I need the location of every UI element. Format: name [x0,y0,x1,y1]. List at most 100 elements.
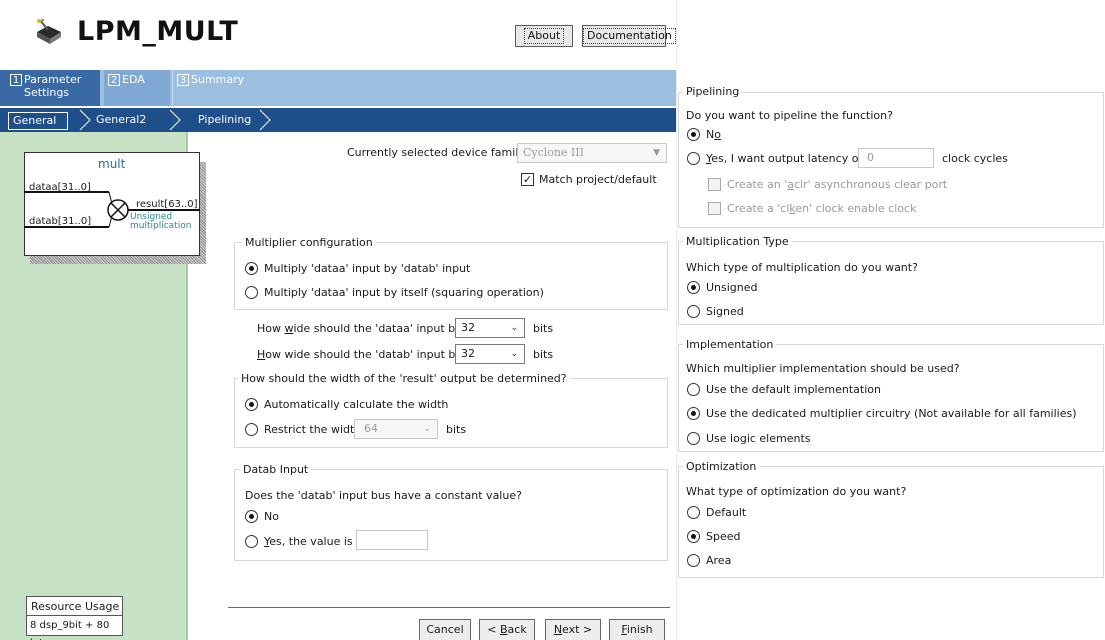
chevron-right-icon [79,109,91,131]
symbol-input-a: dataa[31..0] [29,182,91,193]
restrict-width-value: 64 [364,422,378,435]
datab-width-select[interactable]: 32 ⌄ [455,344,525,364]
datab-width-label: How wide should the 'datab' input be? [257,348,468,361]
breadcrumb-pipelining[interactable]: Pipelining [198,108,251,132]
latency-input[interactable]: 0 [858,148,934,168]
resource-usage-title: Resource Usage [27,597,122,616]
multiply-by-datab-label: Multiply 'dataa' input by 'datab' input [264,262,471,275]
unsigned-label: Unsigned [706,281,758,294]
symbol-input-b: datab[31..0] [29,216,92,227]
datab-width-value: 32 [461,347,475,360]
match-project-checkbox[interactable]: ✓ [521,173,534,186]
back-button[interactable]: < Back [479,619,535,640]
aclr-label: Create an 'aclr' asynchronous clear port [727,178,948,191]
documentation-button-label: Documentation [583,28,676,44]
tab-strip [0,70,676,106]
mult-type-title: Multiplication Type [683,235,792,248]
pipeline-no-label: No [706,128,721,141]
multiply-by-datab-radio[interactable] [245,262,258,275]
aclr-checkbox[interactable] [708,178,721,191]
chevron-down-icon: ⌄ [510,349,518,359]
resource-usage-value: 8 dsp_9bit + 80 lut [30,620,110,640]
pipeline-no-radio[interactable] [687,128,700,141]
chevron-right-icon [259,109,271,131]
default-impl-radio[interactable] [687,383,700,396]
multiplier-config-title: Multiplier configuration [242,236,376,249]
dedicated-impl-radio[interactable] [687,407,700,420]
tab-parameter-settings[interactable]: 1 Parameter Settings [0,70,100,106]
multiplier-config-group [234,242,668,310]
datab-input-title: Datab Input [240,463,312,476]
tab-number: 2 [108,74,120,86]
symbol-output: result[63..0] [136,199,198,210]
device-family-select[interactable]: Cyclone III ▼ [517,143,667,163]
squaring-radio[interactable] [245,286,258,299]
tab-label: Summary [191,73,245,86]
next-button[interactable]: Next > [545,619,601,640]
dataa-width-select[interactable]: 32 ⌄ [455,318,525,338]
tab-summary[interactable]: 3 Summary [172,70,256,106]
tab-label: EDA [122,73,145,86]
squaring-label: Multiply 'dataa' input by itself (squari… [264,286,544,299]
symbol-note-line2: multiplication [130,221,192,231]
restrict-bits-label: bits [446,423,467,436]
chevron-down-icon: ⌄ [423,424,431,434]
signed-radio[interactable] [687,305,700,318]
opt-area-radio[interactable] [687,554,700,567]
result-width-title: How should the width of the 'result' out… [238,372,570,385]
about-button[interactable]: About [515,25,573,47]
breadcrumb-general[interactable]: General [8,112,68,130]
mult-type-question: Which type of multiplication do you want… [686,261,918,274]
optimization-title: Optimization [683,460,760,473]
footer-divider [228,607,670,608]
datab-constant-question: Does the 'datab' input bus have a consta… [245,489,522,502]
auto-width-radio[interactable] [245,398,258,411]
default-impl-label: Use the default implementation [706,383,881,396]
implementation-question: Which multiplier implementation should b… [686,362,960,375]
dataa-width-label: How wide should the 'dataa' input be? [257,322,468,335]
datab-constant-no-radio[interactable] [245,510,258,523]
dataa-width-value: 32 [461,321,475,334]
latency-cycles-label: clock cycles [942,152,1008,165]
opt-default-radio[interactable] [687,506,700,519]
tab-number: 3 [177,74,189,86]
opt-area-label: Area [706,554,732,567]
datab-constant-value-input[interactable] [356,530,428,550]
tab-number: 1 [10,74,22,86]
logic-impl-label: Use logic elements [706,432,811,445]
finish-button[interactable]: Finish [609,619,665,640]
clken-checkbox[interactable] [708,202,721,215]
restrict-width-select[interactable]: 64 ⌄ [354,419,438,439]
breadcrumb-general2[interactable]: General2 [96,108,146,132]
pipeline-yes-radio[interactable] [687,152,700,165]
cancel-button[interactable]: Cancel [419,619,471,640]
restrict-width-radio[interactable] [245,423,258,436]
unsigned-radio[interactable] [687,281,700,294]
app-title: LPM_MULT [77,16,239,47]
tab-label: Parameter Settings [24,73,82,99]
right-panel-border [676,0,677,640]
dataa-bits-label: bits [533,322,554,335]
opt-speed-label: Speed [706,530,741,543]
documentation-button[interactable]: Documentation [582,25,676,47]
chevron-right-icon [169,109,181,131]
about-button-label: About [523,28,565,44]
auto-width-label: Automatically calculate the width [264,398,449,411]
chevron-down-icon: ▼ [653,148,660,158]
chevron-down-icon: ⌄ [510,323,518,333]
implementation-title: Implementation [683,338,777,351]
dedicated-impl-label: Use the dedicated multiplier circuitry (… [706,407,1077,420]
opt-default-label: Default [706,506,747,519]
device-family-value: Cyclone III [523,146,585,159]
logic-impl-radio[interactable] [687,432,700,445]
device-family-label: Currently selected device family: [347,146,528,159]
pipelining-question: Do you want to pipeline the function? [686,109,893,122]
datab-constant-yes-radio[interactable] [245,535,258,548]
tab-eda[interactable]: 2 EDA [104,70,170,106]
result-width-group [234,378,668,448]
pipelining-title: Pipelining [683,85,743,98]
datab-constant-yes-label: Yes, the value is [264,535,353,548]
wand-chip-icon [37,19,61,44]
opt-speed-radio[interactable] [687,530,700,543]
optimization-question: What type of optimization do you want? [686,485,907,498]
